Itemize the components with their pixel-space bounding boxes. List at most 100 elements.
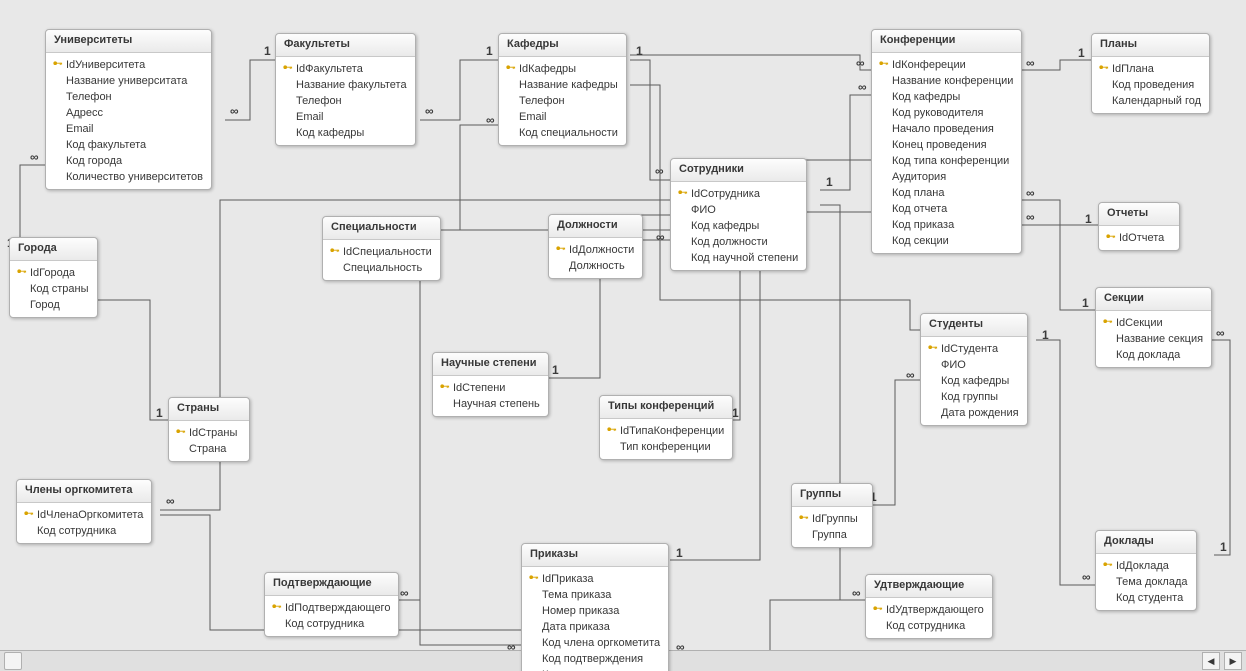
- entity-title[interactable]: Университеты: [46, 30, 211, 53]
- field-row[interactable]: IdОтчета: [1099, 230, 1179, 246]
- field-row[interactable]: Название конференции: [872, 73, 1021, 89]
- field-row[interactable]: Телефон: [499, 93, 626, 109]
- field-row[interactable]: Название факультета: [276, 77, 415, 93]
- field-row[interactable]: Научная степень: [433, 396, 548, 412]
- entity-title[interactable]: Подтверждающие: [265, 573, 398, 596]
- field-row[interactable]: Код подтверждения: [522, 651, 668, 667]
- field-row[interactable]: Должность: [549, 258, 642, 274]
- diagram-canvas[interactable]: ∞1 ∞1 ∞1 ∞1 1∞ ∞ ∞1 1 1∞ ∞ ∞ ∞ ∞1 ∞1 ∞1 …: [0, 0, 1246, 671]
- field-row[interactable]: Код специальности: [499, 125, 626, 141]
- entity-title[interactable]: Приказы: [522, 544, 668, 567]
- field-row[interactable]: IdСтраны: [169, 425, 249, 441]
- field-row[interactable]: Код члена оргкометита: [522, 635, 668, 651]
- entity-faculties[interactable]: ФакультетыIdФакультетаНазвание факультет…: [275, 33, 416, 146]
- field-row[interactable]: Код группы: [921, 389, 1027, 405]
- field-row[interactable]: Город: [10, 297, 97, 313]
- entity-title[interactable]: Специальности: [323, 217, 440, 240]
- scroll-left-button[interactable]: ◀: [1202, 652, 1220, 670]
- field-row[interactable]: Адресс: [46, 105, 211, 121]
- field-row[interactable]: Специальность: [323, 260, 440, 276]
- entity-title[interactable]: Должности: [549, 215, 642, 238]
- field-row[interactable]: IdКонфереции: [872, 57, 1021, 73]
- entity-title[interactable]: Доклады: [1096, 531, 1196, 554]
- entity-approvers[interactable]: УдтверждающиеIdУдтверждающегоКод сотрудн…: [865, 574, 993, 639]
- entity-title[interactable]: Удтверждающие: [866, 575, 992, 598]
- field-row[interactable]: Код сотрудника: [866, 618, 992, 634]
- field-row[interactable]: IdСтудента: [921, 341, 1027, 357]
- field-row[interactable]: IdПодтверждающего: [265, 600, 398, 616]
- field-row[interactable]: IdСотрудника: [671, 186, 806, 202]
- field-row[interactable]: IdУниверситета: [46, 57, 211, 73]
- entity-title[interactable]: Группы: [792, 484, 872, 507]
- field-row[interactable]: Начало проведения: [872, 121, 1021, 137]
- entity-title[interactable]: Научные степени: [433, 353, 548, 376]
- entity-members[interactable]: Члены оргкомитета IdЧленаОргкомитетаКод с…: [16, 479, 152, 544]
- field-row[interactable]: Код научной степени: [671, 250, 806, 266]
- field-row[interactable]: Аудитория: [872, 169, 1021, 185]
- field-row[interactable]: Email: [46, 121, 211, 137]
- field-row[interactable]: Дата рождения: [921, 405, 1027, 421]
- field-row[interactable]: Количество университетов: [46, 169, 211, 185]
- entity-title[interactable]: Секции: [1096, 288, 1211, 311]
- field-row[interactable]: Конец проведения: [872, 137, 1021, 153]
- entity-orders[interactable]: ПриказыIdПриказаТема приказаНомер приказ…: [521, 543, 669, 671]
- field-row[interactable]: Код кафедры: [921, 373, 1027, 389]
- field-row[interactable]: Код плана: [872, 185, 1021, 201]
- entity-title[interactable]: Сотрудники: [671, 159, 806, 182]
- field-row[interactable]: IdСпециальности: [323, 244, 440, 260]
- entity-title[interactable]: Планы: [1092, 34, 1209, 57]
- entity-title[interactable]: Кафедры: [499, 34, 626, 57]
- field-row[interactable]: Код отчета: [872, 201, 1021, 217]
- field-row[interactable]: Название секция: [1096, 331, 1211, 347]
- entity-countries[interactable]: Страны IdСтраныСтрана: [168, 397, 250, 462]
- field-row[interactable]: Телефон: [276, 93, 415, 109]
- entity-positions[interactable]: Должности IdДолжностиДолжность: [548, 214, 643, 279]
- field-row[interactable]: Код кафедры: [872, 89, 1021, 105]
- field-row[interactable]: IdДоклада: [1096, 558, 1196, 574]
- entity-plans[interactable]: ПланыIdПланаКод проведенияКалендарный го…: [1091, 33, 1210, 114]
- field-row[interactable]: IdГорода: [10, 265, 97, 281]
- entity-employees[interactable]: Сотрудники IdСотрудникаФИОКод кафедры Код …: [670, 158, 807, 271]
- entity-reports2[interactable]: ДокладыIdДокладаТема докладаКод студента: [1095, 530, 1197, 611]
- field-row[interactable]: IdПлана: [1092, 61, 1209, 77]
- field-row[interactable]: Код утверждения: [522, 667, 668, 671]
- entity-title[interactable]: Студенты: [921, 314, 1027, 337]
- field-row[interactable]: Номер приказа: [522, 603, 668, 619]
- field-row[interactable]: ФИО: [921, 357, 1027, 373]
- field-row[interactable]: Тема приказа: [522, 587, 668, 603]
- field-row[interactable]: IdДолжности: [549, 242, 642, 258]
- entity-title[interactable]: Факультеты: [276, 34, 415, 57]
- field-row[interactable]: Код типа конференции: [872, 153, 1021, 169]
- field-row[interactable]: Код кафедры: [671, 218, 806, 234]
- field-row[interactable]: Календарный год: [1092, 93, 1209, 109]
- field-row[interactable]: Код города: [46, 153, 211, 169]
- entity-universities[interactable]: УниверситетыIdУниверситетаНазвание униве…: [45, 29, 212, 190]
- field-row[interactable]: Тип конференции: [600, 439, 732, 455]
- entity-reports[interactable]: Отчеты IdОтчета: [1098, 202, 1180, 251]
- field-row[interactable]: Код секции: [872, 233, 1021, 249]
- field-row[interactable]: Код сотрудника: [17, 523, 151, 539]
- entity-title[interactable]: Члены оргкомитета: [17, 480, 151, 503]
- entity-cities[interactable]: ГородаIdГородаКод страныГород: [9, 237, 98, 318]
- entity-title[interactable]: Типы конференций: [600, 396, 732, 419]
- field-row[interactable]: Страна: [169, 441, 249, 457]
- field-row[interactable]: Дата приказа: [522, 619, 668, 635]
- field-row[interactable]: Тема доклада: [1096, 574, 1196, 590]
- field-row[interactable]: IdСтепени: [433, 380, 548, 396]
- field-row[interactable]: Код доклада: [1096, 347, 1211, 363]
- field-row[interactable]: IdГруппы: [792, 511, 872, 527]
- field-row[interactable]: Код страны: [10, 281, 97, 297]
- entity-title[interactable]: Страны: [169, 398, 249, 421]
- field-row[interactable]: Код руководителя: [872, 105, 1021, 121]
- field-row[interactable]: IdЧленаОргкомитета: [17, 507, 151, 523]
- field-row[interactable]: Код кафедры: [276, 125, 415, 141]
- field-row[interactable]: IdСекции: [1096, 315, 1211, 331]
- field-row[interactable]: IdТипаКонференции: [600, 423, 732, 439]
- entity-conftypes[interactable]: Типы конференций IdТипаКонференцииТип кон…: [599, 395, 733, 460]
- entity-conferences[interactable]: КонференцииIdКонферецииНазвание конферен…: [871, 29, 1022, 254]
- entity-cafedry[interactable]: КафедрыIdКафедрыНазвание кафедрыТелефонE…: [498, 33, 627, 146]
- field-row[interactable]: ФИО: [671, 202, 806, 218]
- entity-groups[interactable]: ГруппыIdГруппыГруппа: [791, 483, 873, 548]
- entity-title[interactable]: Отчеты: [1099, 203, 1179, 226]
- entity-confirmers[interactable]: ПодтверждающиеIdПодтверждающегоКод сотру…: [264, 572, 399, 637]
